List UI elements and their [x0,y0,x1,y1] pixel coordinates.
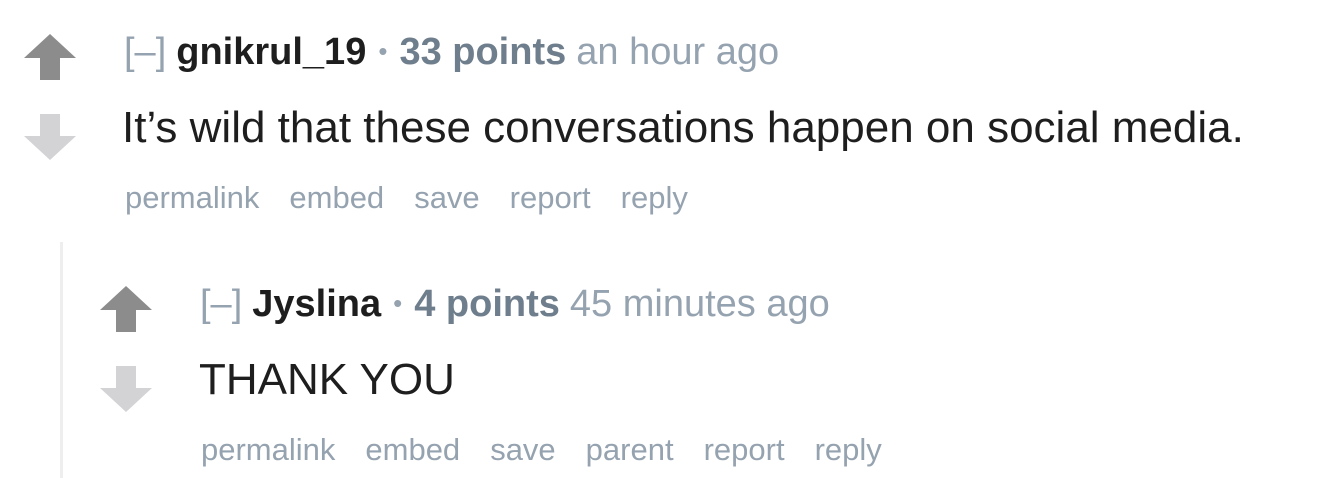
comment-tagline: [–] Jyslina • 4 points 45 minutes ago [200,280,830,327]
comment-actions: permalink embed save parent report reply [201,430,912,470]
parent-link[interactable]: parent [586,432,674,467]
comment-score: 4 points [414,283,560,325]
comment-body: THANK YOU [199,355,455,404]
report-link[interactable]: report [704,432,785,467]
separator-dot: • [393,288,403,318]
comment-time: 45 minutes ago [569,283,830,325]
upvote-arrow-icon[interactable] [100,286,152,332]
author-link[interactable]: Jyslina [252,283,381,325]
permalink-link[interactable]: permalink [201,432,335,467]
collapse-toggle[interactable]: [–] [200,283,242,325]
reply-link[interactable]: reply [815,432,882,467]
comment-jyslina: [–] Jyslina • 4 points 45 minutes ago THANK … [0,0,1344,478]
save-link[interactable]: save [490,432,555,467]
embed-link[interactable]: embed [365,432,460,467]
downvote-arrow-icon[interactable] [100,366,152,412]
